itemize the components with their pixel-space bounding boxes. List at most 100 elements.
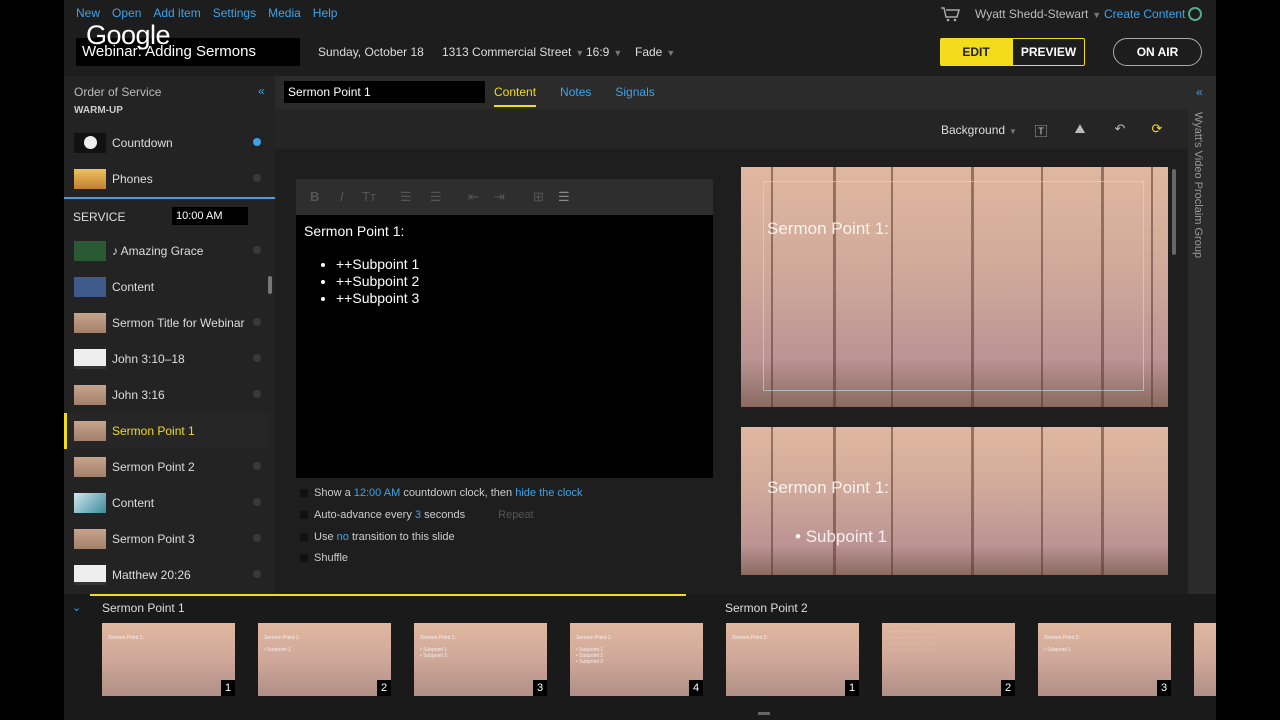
bullet-item: ++Subpoint 2 [336,273,419,290]
background-select[interactable]: Background ▼ [941,123,1017,137]
chevron-down-icon: ▼ [1009,127,1017,136]
filmstrip-slide[interactable]: Sermon Point 2: 1 [726,623,859,696]
text-box-icon[interactable]: 🅃 [1032,121,1050,139]
countdown-time-link[interactable]: 12:00 AM [354,487,400,499]
transition-checkbox[interactable] [300,533,308,542]
aspect-ratio[interactable]: 16:9 ▼ [586,45,622,59]
collapse-filmstrip-icon[interactable]: ⌄ [72,601,81,614]
service-time-input[interactable]: 10:00 AM [172,207,248,225]
top-menu: New Open Add item Settings Media Help [76,6,337,20]
slide-number: 2 [1001,680,1015,696]
service-date[interactable]: Sunday, October 18 [318,45,424,59]
chevron-down-icon: ▼ [666,48,676,58]
transition-value-link[interactable]: no [337,531,349,543]
filmstrip-slide[interactable]: Sermon Point 1: • Subpoint 1 • Subpoint 2 … [414,623,547,696]
text-size-icon[interactable]: Tт [362,189,376,204]
slide-number: 3 [533,680,547,696]
service-label: SERVICE [73,210,126,224]
bullet-list: ++Subpoint 1 ++Subpoint 2 ++Subpoint 3 [336,256,419,307]
sidebar-item-label: Sermon Point 1 [112,424,195,438]
sidebar-item-sermon-point-2[interactable]: Sermon Point 2 [64,449,269,485]
shuffle-checkbox[interactable] [300,554,308,563]
transition-select[interactable]: Fade ▼ [635,45,675,59]
preview-button[interactable]: PREVIEW [1012,38,1085,66]
use-pre: Use [314,531,334,543]
countdown-mid: countdown clock, then [403,487,513,499]
filmstrip-slide[interactable]: Sermon Point 1: • Subpoint 1 • Subpoint 2 •… [570,623,703,696]
numbered-list-icon[interactable]: ☰ [430,189,442,205]
sidebar-item-label: Countdown [112,136,173,150]
auto-count-link[interactable]: 3 [415,509,421,521]
thumbnail [74,421,106,441]
app-frame: New Open Add item Settings Media Help We… [64,0,1216,720]
filmstrip-slide[interactable]: · · · · · · · · · · · · · · · · · · · · ·… [882,623,1015,696]
chevron-down-icon: ▼ [613,48,623,58]
bold-icon[interactable]: B [310,189,319,204]
outdent-icon[interactable]: ⇤ [468,189,479,205]
sidebar-item-amazing-grace[interactable]: ♪ Amazing Grace [64,233,269,269]
sidebar-item-countdown[interactable]: Countdown [64,125,269,161]
slide-preview-2[interactable]: Sermon Point 1: • Subpoint 1 [741,427,1168,575]
filmstrip-slide[interactable]: Sermon Point 1: 1 [102,623,235,696]
sidebar-item-label: Content [112,496,155,510]
filmstrip-resize-handle[interactable] [758,712,770,715]
preview-scrollbar[interactable] [1172,169,1176,255]
group-name: Wyatt's Video Proclaim Group [1192,112,1204,259]
service-location[interactable]: 1313 Commercial Street ▼ [442,45,584,59]
globe-icon[interactable] [1188,7,1202,21]
chevron-down-icon: ▼ [1092,10,1102,20]
text-editor[interactable]: Sermon Point 1: ++Subpoint 1 ++Subpoint … [296,215,713,478]
divider-icon[interactable]: ☰ [558,189,570,205]
sidebar-item-content[interactable]: Content [64,269,269,305]
slide-name-input[interactable]: Sermon Point 1 [284,81,485,103]
filmstrip-slide[interactable] [1194,623,1216,696]
google-logo: Google [86,20,171,50]
sidebar-item-sermon-point-3[interactable]: Sermon Point 3 [64,521,269,557]
collapse-sidebar-icon[interactable]: « [258,84,265,98]
sidebar-item-sermon-title[interactable]: Sermon Title for Webinar [64,305,269,341]
indent-icon[interactable]: ⇥ [494,189,505,205]
sidebar-item-content-2[interactable]: Content [64,485,269,521]
sidebar-item-john-3-10[interactable]: John 3:10–18 [64,341,269,377]
italic-icon[interactable]: I [340,189,344,204]
tab-content[interactable]: Content [494,85,537,107]
auto-advance-checkbox[interactable] [300,511,308,520]
countdown-checkbox[interactable] [300,489,308,498]
menu-add-item[interactable]: Add item [153,6,200,20]
menu-media[interactable]: Media [268,6,301,20]
menu-help[interactable]: Help [313,6,338,20]
sidebar-item-john-3-16[interactable]: John 3:16 [64,377,269,413]
slide-preview-1[interactable]: Sermon Point 1: [741,167,1168,407]
sync-icon[interactable]: ⟳ [1148,121,1166,137]
menu-new[interactable]: New [76,6,100,20]
sidebar-item-phones[interactable]: Phones [64,161,269,197]
thumbnail [74,241,106,261]
sidebar-item-matthew-20-26[interactable]: Matthew 20:26 [64,557,269,593]
sidebar-item-label: Matthew 20:26 [112,568,191,582]
bullet-list-icon[interactable]: ☰ [400,189,412,205]
user-menu[interactable]: Wyatt Shedd-Stewart ▼ [975,7,1101,21]
expand-panel-icon[interactable]: « [1196,85,1203,99]
status-dot-icon [253,390,261,398]
menu-open[interactable]: Open [112,6,141,20]
status-dot-icon [253,534,261,542]
sidebar-scrollbar[interactable] [268,276,272,294]
edit-button[interactable]: EDIT [940,38,1012,66]
slide-number: 3 [1157,680,1171,696]
sidebar-item-sermon-point-1[interactable]: Sermon Point 1 [64,413,269,449]
slide-number: 1 [221,680,235,696]
filmstrip-slide[interactable]: Sermon Point 1: • Subpoint 1 2 [258,623,391,696]
image-icon[interactable]: ⛰ [1071,121,1089,137]
countdown-action-link[interactable]: hide the clock [515,487,582,499]
undo-icon[interactable]: ↶ [1111,121,1129,137]
tab-signals[interactable]: Signals [615,85,654,107]
cart-icon[interactable] [940,6,960,22]
sidebar-item-label: ♪ Amazing Grace [112,244,204,258]
create-content-link[interactable]: Create Content [1104,7,1185,21]
repeat-option[interactable]: Repeat [498,509,533,521]
on-air-button[interactable]: ON AIR [1113,38,1202,66]
tab-notes[interactable]: Notes [560,85,591,107]
menu-settings[interactable]: Settings [213,6,256,20]
filmstrip-slide[interactable]: Sermon Point 2: • Subpoint 1 3 [1038,623,1171,696]
insert-icon[interactable]: ⊞ [533,189,544,205]
